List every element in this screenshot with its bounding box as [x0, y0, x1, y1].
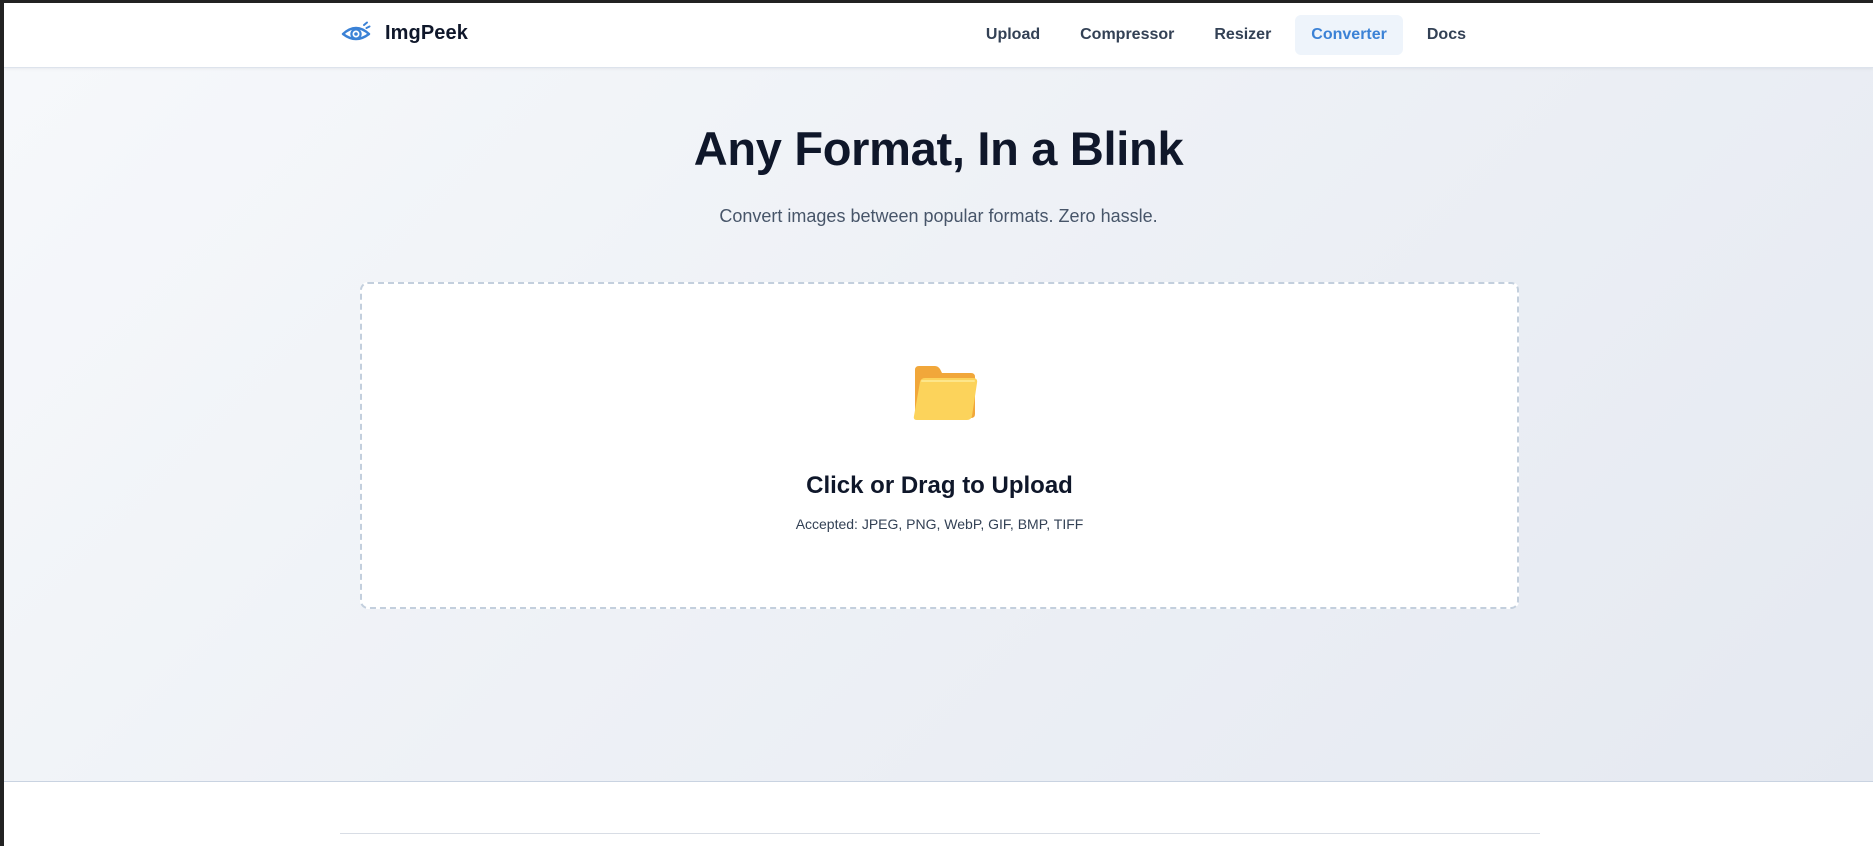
footer-divider — [340, 833, 1540, 834]
nav-link-resizer[interactable]: Resizer — [1198, 15, 1287, 55]
page-title: Any Format, In a Blink — [693, 122, 1184, 175]
folder-icon — [911, 364, 979, 422]
browser-viewport: ImgPeek Upload Compressor Resizer Conver… — [0, 0, 1873, 846]
brand-link[interactable]: ImgPeek — [341, 21, 468, 45]
brand-name: ImgPeek — [385, 21, 468, 44]
hero-section: Any Format, In a Blink Convert images be… — [4, 68, 1873, 782]
nav-link-compressor[interactable]: Compressor — [1064, 15, 1190, 55]
nav-link-upload[interactable]: Upload — [970, 15, 1056, 55]
main-nav: Upload Compressor Resizer Converter Docs — [970, 15, 1482, 55]
dropzone-title: Click or Drag to Upload — [806, 472, 1073, 499]
accepted-formats-text: Accepted: JPEG, PNG, WebP, GIF, BMP, TIF… — [795, 516, 1084, 532]
page-subtitle: Convert images between popular formats. … — [719, 206, 1158, 226]
nav-link-converter[interactable]: Converter — [1295, 15, 1403, 55]
top-navbar: ImgPeek Upload Compressor Resizer Conver… — [4, 3, 1873, 68]
upload-dropzone[interactable]: Click or Drag to Upload Accepted: JPEG, … — [360, 282, 1519, 609]
footer — [4, 783, 1873, 846]
nav-link-docs[interactable]: Docs — [1411, 15, 1482, 55]
eye-logo-icon — [341, 21, 371, 45]
